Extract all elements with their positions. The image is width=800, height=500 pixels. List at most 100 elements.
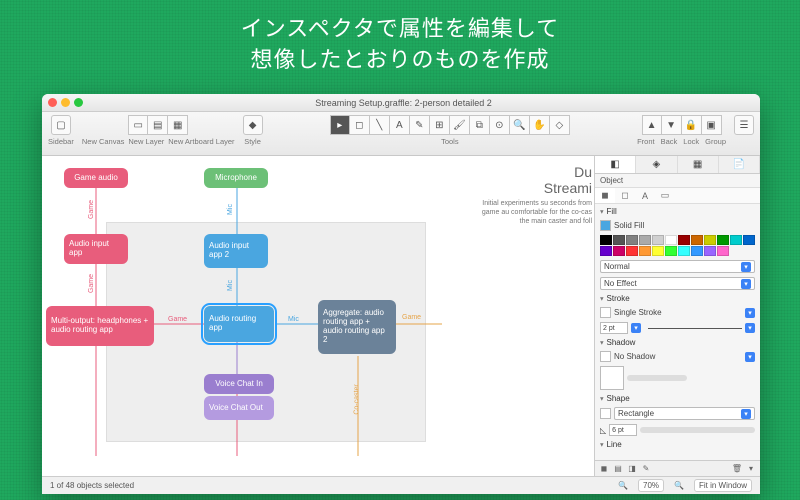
new-canvas-button[interactable]: ▭	[128, 115, 148, 135]
canvas[interactable]: Game Game Game Mic Mic Mic Game Co-caste…	[42, 156, 594, 476]
section-stroke[interactable]: Stroke	[600, 294, 755, 303]
node-audio-input-app-2[interactable]: Audio input app 2	[204, 234, 268, 268]
hand-tool[interactable]: ✋	[530, 115, 550, 135]
palette-swatch[interactable]	[600, 235, 612, 245]
color-palette	[600, 235, 755, 256]
palette-swatch[interactable]	[704, 246, 716, 256]
style-button[interactable]: ◆	[243, 115, 263, 135]
palette-swatch[interactable]	[652, 235, 664, 245]
send-back-button[interactable]: ▼	[662, 115, 682, 135]
corner-radius-slider[interactable]	[640, 427, 755, 433]
close-icon[interactable]	[48, 98, 57, 107]
palette-swatch[interactable]	[704, 235, 716, 245]
fill-effect-select[interactable]: No Effect▾	[600, 277, 755, 290]
style-brush-tool[interactable]: 🖌	[450, 115, 470, 135]
node-game-audio[interactable]: Game audio	[64, 168, 128, 188]
subtab-geometry-icon[interactable]: ▭	[655, 188, 675, 203]
stroke-style-arrow[interactable]: ▾	[745, 323, 755, 333]
palette-swatch[interactable]	[665, 246, 677, 256]
selection-tool[interactable]: ▸	[330, 115, 350, 135]
palette-swatch[interactable]	[639, 246, 651, 256]
inspector-panel: ◧ ◈ ▦ 📄 Object ◼ ◻ A ▭ Fill Solid Fill	[594, 156, 760, 476]
footer-trash-icon[interactable]: 🗑	[732, 464, 742, 474]
line-tool[interactable]: ╲	[370, 115, 390, 135]
palette-swatch[interactable]	[652, 246, 664, 256]
bring-front-button[interactable]: ▲	[642, 115, 662, 135]
edge-label: Mic	[227, 204, 234, 215]
palette-swatch[interactable]	[717, 235, 729, 245]
section-shape[interactable]: Shape	[600, 394, 755, 403]
footer-view3-icon[interactable]: ◨	[627, 464, 637, 474]
shadow-blur-slider[interactable]	[627, 375, 687, 381]
fill-swatch[interactable]	[600, 220, 611, 231]
text-tool[interactable]: A	[390, 115, 410, 135]
inspector-toggle-button[interactable]: ☰	[734, 115, 754, 135]
palette-swatch[interactable]	[639, 235, 651, 245]
diagram-tool[interactable]: ⊞	[430, 115, 450, 135]
rubber-stamp-tool[interactable]: ⧉	[470, 115, 490, 135]
sidebar-toggle-button[interactable]: ▢	[51, 115, 71, 135]
palette-swatch[interactable]	[613, 235, 625, 245]
palette-swatch[interactable]	[626, 235, 638, 245]
group-button[interactable]: ▣	[702, 115, 722, 135]
shadow-type-arrow[interactable]: ▾	[745, 352, 755, 362]
shape-type-select[interactable]: Rectangle▾	[614, 407, 755, 420]
zoom-tool[interactable]: 🔍	[510, 115, 530, 135]
palette-swatch[interactable]	[600, 246, 612, 256]
section-shadow[interactable]: Shadow	[600, 338, 755, 347]
node-audio-routing-app[interactable]: Audio routing app	[204, 306, 274, 342]
zoom-out-icon[interactable]: 🔍	[618, 481, 628, 490]
point-editor-tool[interactable]: ◇	[550, 115, 570, 135]
stroke-swatch[interactable]	[600, 307, 611, 318]
palette-swatch[interactable]	[678, 235, 690, 245]
stroke-width-input[interactable]: 2 pt	[600, 322, 628, 334]
shadow-swatch[interactable]	[600, 351, 611, 362]
corner-radius-input[interactable]: 6 pt	[609, 424, 637, 436]
palette-swatch[interactable]	[665, 235, 677, 245]
palette-swatch[interactable]	[626, 246, 638, 256]
palette-swatch[interactable]	[613, 246, 625, 256]
shadow-offset-well[interactable]	[600, 366, 624, 390]
palette-swatch[interactable]	[678, 246, 690, 256]
zoom-level[interactable]: 70%	[638, 479, 664, 492]
tab-canvas[interactable]: ▦	[678, 156, 719, 173]
lock-button[interactable]: 🔒	[682, 115, 702, 135]
node-multi-output[interactable]: Multi-output: headphones + audio routing…	[46, 306, 154, 346]
subtab-fill-icon[interactable]: ◼	[595, 188, 615, 203]
edge-label: Game	[168, 316, 187, 323]
fit-window-button[interactable]: Fit in Window	[694, 479, 752, 492]
footer-view2-icon[interactable]: ▤	[613, 464, 623, 474]
node-voice-chat-out[interactable]: Voice Chat Out	[204, 396, 274, 420]
section-fill[interactable]: Fill	[600, 207, 755, 216]
tab-object[interactable]: ◧	[595, 156, 636, 173]
tab-document[interactable]: 📄	[719, 156, 760, 173]
shape-swatch[interactable]	[600, 408, 611, 419]
pen-tool[interactable]: ✎	[410, 115, 430, 135]
zoom-icon[interactable]	[74, 98, 83, 107]
palette-swatch[interactable]	[730, 235, 742, 245]
stroke-width-stepper[interactable]: ▾	[631, 323, 641, 333]
node-audio-input-app[interactable]: Audio input app	[64, 234, 128, 264]
palette-swatch[interactable]	[691, 235, 703, 245]
shape-tool[interactable]: ◻	[350, 115, 370, 135]
minimize-icon[interactable]	[61, 98, 70, 107]
zoom-in-icon[interactable]: 🔍	[674, 481, 684, 490]
palette-swatch[interactable]	[743, 235, 755, 245]
blend-mode-select[interactable]: Normal▾	[600, 260, 755, 273]
node-voice-chat-in[interactable]: Voice Chat In	[204, 374, 274, 394]
subtab-stroke-icon[interactable]: ◻	[615, 188, 635, 203]
footer-view1-icon[interactable]: ◼	[599, 464, 609, 474]
footer-edit-icon[interactable]: ✎	[641, 464, 651, 474]
palette-swatch[interactable]	[691, 246, 703, 256]
palette-swatch[interactable]	[717, 246, 729, 256]
stroke-type-arrow[interactable]: ▾	[745, 308, 755, 318]
new-layer-button[interactable]: ▤	[148, 115, 168, 135]
node-aggregate[interactable]: Aggregate: audio routing app + audio rou…	[318, 300, 396, 354]
subtab-text-icon[interactable]: A	[635, 188, 655, 203]
magnet-tool[interactable]: ⊙	[490, 115, 510, 135]
node-microphone[interactable]: Microphone	[204, 168, 268, 188]
section-line[interactable]: Line	[600, 440, 755, 449]
tab-properties[interactable]: ◈	[636, 156, 677, 173]
new-artboard-layer-button[interactable]: ▦	[168, 115, 188, 135]
footer-more-icon[interactable]: ▾	[746, 464, 756, 474]
